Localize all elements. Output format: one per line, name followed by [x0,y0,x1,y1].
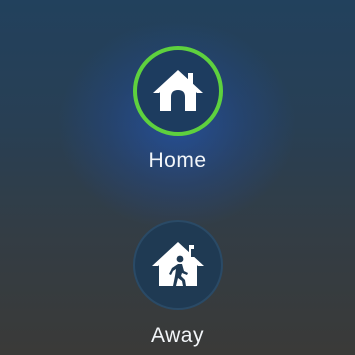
home-mode-button[interactable]: Home [0,46,355,173]
home-mode-circle[interactable] [132,46,223,136]
house-person-walking-icon [149,240,207,290]
away-mode-button[interactable]: Away [0,220,355,348]
home-mode-label: Home [148,149,207,172]
away-mode-label: Away [151,324,204,347]
house-icon [150,67,206,115]
away-mode-circle[interactable] [132,220,223,310]
mode-selector-screen: Home Away [0,0,355,355]
